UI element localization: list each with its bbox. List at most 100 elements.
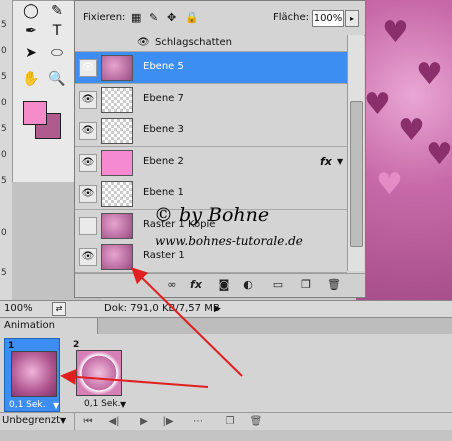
layer-row[interactable]: 👁 Ebene 5: [75, 52, 347, 84]
layer-name[interactable]: Ebene 1: [143, 187, 184, 198]
heart-decoration: ♥: [416, 57, 443, 92]
ellipse-icon[interactable]: ⬭: [45, 43, 69, 63]
loop-dropdown-icon[interactable]: ▼: [60, 416, 66, 425]
path-select-icon[interactable]: ➤: [19, 43, 43, 63]
layer-name[interactable]: Ebene 7: [143, 93, 184, 104]
frame-delay[interactable]: 0,1 Sek.: [9, 400, 46, 410]
layer-thumbnail: [101, 181, 133, 207]
pen-icon[interactable]: ✒: [19, 21, 43, 41]
eye-icon[interactable]: 👁: [137, 37, 150, 48]
heart-decoration: ♥: [426, 137, 452, 172]
lasso-icon[interactable]: ◯: [19, 1, 43, 21]
ruler-number: 0: [1, 98, 7, 108]
status-bar: 100% ⇄ Dok: 791,0 KB/7,57 MB ▶: [0, 300, 452, 318]
layer-row[interactable]: 👁 Ebene 2 fx ▼: [75, 146, 347, 179]
loop-select[interactable]: Unbegrenzt: [2, 415, 60, 426]
group-icon[interactable]: ▭: [269, 277, 287, 293]
link-icon[interactable]: ∞: [163, 277, 181, 293]
layer-thumbnail: [101, 149, 133, 176]
ruler-number: 0: [1, 46, 7, 56]
fx-icon[interactable]: fx: [187, 277, 205, 293]
layers-panel: Fixieren: ▦ ✎ ✥ 🔒 Fläche: 100% ▸ 👁 Schla…: [74, 0, 366, 298]
eye-icon[interactable]: 👁: [79, 90, 97, 109]
layer-thumbnail: [101, 244, 133, 270]
layer-thumbnail: [101, 212, 133, 239]
watermark-line2: www.bohnes-tutorale.de: [155, 234, 303, 248]
heart-decoration: ♥: [382, 15, 409, 50]
frame-delay[interactable]: 0,1 Sek.: [84, 399, 121, 409]
layer-row[interactable]: 👁 Ebene 3: [75, 115, 347, 147]
ruler-number: 5: [1, 72, 7, 82]
type-icon[interactable]: T: [45, 21, 69, 41]
lock-paint-icon[interactable]: ✎: [149, 12, 160, 23]
layer-name[interactable]: Ebene 2: [143, 156, 184, 167]
document-canvas[interactable]: ♥ ♥ ♥ ♥ ♥ ♥: [356, 0, 452, 316]
frame-number: 1: [8, 341, 15, 351]
effects-dropdown-icon[interactable]: ▼: [337, 157, 343, 166]
delay-dropdown-icon[interactable]: ▼: [120, 400, 126, 409]
next-frame-icon[interactable]: |▶: [160, 415, 176, 429]
layer-row[interactable]: 👁 Ebene 7: [75, 83, 347, 116]
frame-thumbnail: [11, 351, 57, 397]
animation-controls: Unbegrenzt ▼ ⏮ ◀| ▶ |▶ ⋯ ❐ 🗑: [0, 412, 452, 431]
tween-icon[interactable]: ⋯: [190, 415, 206, 429]
fx-badge[interactable]: fx: [320, 155, 332, 168]
effect-row[interactable]: 👁 Schlagschatten: [75, 35, 347, 52]
fill-input[interactable]: 100%: [312, 10, 344, 27]
animation-panel-header: Animation (Frames): [0, 318, 452, 347]
magic-wand-icon[interactable]: ✎: [45, 1, 69, 21]
mask-icon[interactable]: ◙: [215, 277, 233, 293]
layer-thumbnail: [101, 118, 133, 144]
duplicate-frame-icon[interactable]: ❐: [222, 415, 238, 429]
layers-footer: ∞ fx ◙ ◐ ▭ ❐ 🗑: [75, 273, 365, 296]
previous-frame-icon[interactable]: ◀|: [106, 415, 122, 429]
delete-icon[interactable]: 🗑: [325, 277, 343, 293]
lock-position-icon[interactable]: ✥: [167, 12, 178, 23]
layer-thumbnail: [101, 55, 133, 81]
eye-icon[interactable]: 👁: [79, 153, 97, 172]
divider: [74, 413, 75, 431]
first-frame-icon[interactable]: ⏮: [80, 415, 96, 429]
foreground-color-swatch[interactable]: [23, 101, 47, 125]
layer-thumbnail: [101, 86, 133, 113]
lock-bar: Fixieren: ▦ ✎ ✥ 🔒 Fläche: 100% ▸: [75, 1, 365, 36]
fill-label: Fläche:: [273, 12, 310, 23]
effect-name: Schlagschatten: [155, 37, 232, 48]
eye-icon[interactable]: 👁: [79, 248, 97, 266]
heart-decoration: ♥: [398, 113, 425, 148]
layer-name[interactable]: Raster 1: [143, 250, 185, 261]
layers-scrollbar[interactable]: [347, 35, 364, 271]
zoom-level[interactable]: 100%: [4, 303, 33, 314]
eye-icon[interactable]: [79, 216, 97, 235]
frame-thumbnail: [76, 350, 122, 396]
fill-slider-arrow-icon[interactable]: ▸: [345, 10, 359, 27]
delete-frame-icon[interactable]: 🗑: [248, 415, 264, 429]
watermark-line1: © by Bohne: [154, 204, 270, 226]
document-size: Dok: 791,0 KB/7,57 MB: [104, 303, 220, 314]
zoom-options-icon[interactable]: ⇄: [52, 302, 66, 316]
animation-frame[interactable]: 2 0,1 Sek. ▼: [70, 338, 126, 412]
eye-icon[interactable]: 👁: [79, 59, 97, 77]
animation-frames: 1 0,1 Sek. ▼ 2 0,1 Sek. ▼: [0, 334, 452, 412]
eye-icon[interactable]: 👁: [79, 185, 97, 203]
play-icon[interactable]: ▶: [136, 415, 152, 429]
lock-all-icon[interactable]: 🔒: [185, 12, 199, 23]
bottom-strip: [0, 430, 452, 441]
layer-name[interactable]: Ebene 5: [143, 61, 184, 72]
delay-dropdown-icon[interactable]: ▼: [53, 401, 59, 410]
ruler-number: 5: [1, 268, 7, 278]
hand-icon[interactable]: ✋: [19, 69, 43, 89]
toolbox: ◯ ✎ ✒ T ➤ ⬭ ✋ 🔍: [12, 0, 76, 184]
adjustment-icon[interactable]: ◐: [239, 277, 257, 293]
heart-decoration: ♥: [364, 87, 391, 122]
ruler-number: 0: [1, 228, 7, 238]
animation-tab[interactable]: Animation (Frames): [0, 318, 98, 347]
zoom-icon[interactable]: 🔍: [45, 69, 69, 89]
eye-icon[interactable]: 👁: [79, 122, 97, 140]
animation-frame[interactable]: 1 0,1 Sek. ▼: [4, 338, 60, 412]
lock-transparency-icon[interactable]: ▦: [131, 12, 142, 23]
new-layer-icon[interactable]: ❐: [297, 277, 315, 293]
layer-name[interactable]: Ebene 3: [143, 124, 184, 135]
scrollbar-thumb[interactable]: [350, 101, 363, 247]
status-menu-arrow-icon[interactable]: ▶: [214, 304, 221, 314]
